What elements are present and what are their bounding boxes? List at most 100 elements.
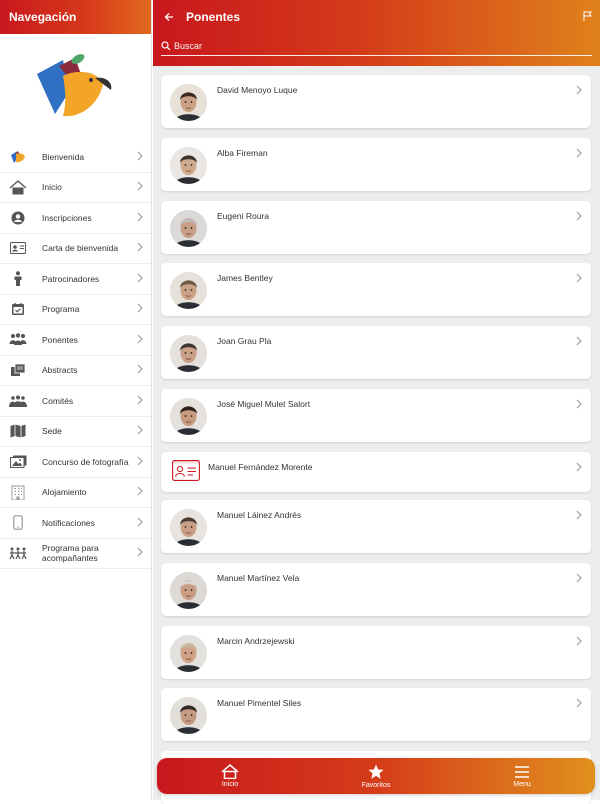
chevron-right-icon — [137, 148, 143, 166]
nav-item-label: Alojamiento — [42, 487, 87, 498]
star-icon — [368, 764, 384, 779]
person-icon — [9, 270, 27, 288]
avatar — [170, 335, 207, 372]
flag-button[interactable] — [580, 9, 594, 23]
nav-item-label: Notificaciones — [42, 517, 95, 528]
speaker-name: Manuel Pimentel Siles — [217, 698, 302, 708]
nav-item-label: Bienvenida — [42, 151, 85, 162]
list-item[interactable]: José Miguel Mulet Salort — [161, 389, 591, 442]
list-item[interactable]: Manuel Fernández Morente — [161, 452, 591, 492]
nav-item-label: Ponentes — [42, 334, 78, 345]
chevron-right-icon — [137, 453, 143, 471]
menu-icon — [515, 765, 529, 778]
avatar — [170, 572, 207, 609]
chevron-right-icon — [137, 239, 143, 257]
tab-menu[interactable]: Menu — [449, 758, 595, 794]
avatar — [170, 398, 207, 435]
speaker-name: Alba Fireman — [217, 148, 268, 158]
nav-item-1[interactable]: Bienvenida — [0, 142, 151, 173]
back-button[interactable] — [159, 8, 179, 26]
calendar-icon — [9, 300, 27, 318]
committee-icon — [9, 392, 27, 410]
home-icon — [9, 178, 27, 196]
nav-item-5[interactable]: Patrocinadores — [0, 264, 151, 295]
nav-item-8[interactable]: Abstracts — [0, 356, 151, 386]
tab-inicio[interactable]: Inicio — [157, 758, 303, 794]
speaker-name: Manuel Láinez Andrés — [217, 510, 302, 520]
page-title: Ponentes — [186, 10, 241, 24]
chevron-right-icon — [137, 331, 143, 349]
bottom-tab-bar: Inicio Favoritos Menu — [157, 758, 595, 794]
nav-item-label: Inicio — [42, 182, 62, 193]
list-item[interactable]: Joan Grau Pla — [161, 326, 591, 379]
speaker-name: James Bentley — [217, 273, 273, 283]
list-item[interactable]: Manuel Láinez Andrés — [161, 500, 591, 553]
bird-icon — [9, 148, 27, 166]
list-item[interactable]: Alba Fireman — [161, 138, 591, 191]
nav-item-6[interactable]: Programa — [0, 295, 151, 325]
avatar — [170, 147, 207, 184]
list-item[interactable]: Manuel Martínez Vela — [161, 563, 591, 616]
drawer-title: Navegación — [9, 10, 77, 24]
tab-label: Inicio — [221, 781, 239, 788]
nav-item-label: Programa — [42, 304, 80, 315]
list-item[interactable]: David Menoyo Luque — [161, 75, 591, 128]
nav-item-14[interactable]: Programa para acompañantes — [0, 539, 151, 569]
speaker-name: David Menoyo Luque — [217, 85, 298, 95]
navigation-drawer: Navegación Bienvenida Inicio Inscripciones… — [0, 0, 152, 800]
nav-item-7[interactable]: Ponentes — [0, 325, 151, 356]
companions-icon — [9, 544, 27, 562]
chevron-right-icon — [137, 300, 143, 318]
search-bar — [161, 36, 592, 56]
nav-item-label: Comités — [42, 395, 74, 406]
chevron-right-icon — [137, 544, 143, 562]
chevron-right-icon — [137, 270, 143, 288]
tab-label: Menu — [513, 780, 531, 788]
list-item[interactable]: Manuel Pimentel Siles — [161, 688, 591, 741]
avatar — [170, 697, 207, 734]
chevron-right-icon — [137, 178, 143, 196]
nav-item-label: Inscripciones — [42, 212, 92, 223]
chevron-right-icon — [137, 422, 143, 440]
drawer-header: Navegación — [0, 0, 151, 34]
nav-item-3[interactable]: Inscripciones — [0, 203, 151, 234]
id-card-icon — [9, 239, 27, 257]
flag-icon — [583, 11, 592, 21]
speaker-name: Eugeni Roura — [217, 211, 269, 221]
arrow-left-icon — [164, 13, 173, 21]
nav-item-label: Carta de bienvenida — [42, 243, 119, 254]
tab-favoritos[interactable]: Favoritos — [303, 758, 449, 794]
search-input[interactable] — [174, 40, 592, 51]
main-panel: Ponentes David Menoyo Luque Alba Fireman E… — [153, 0, 600, 804]
nav-item-12[interactable]: Alojamiento — [0, 478, 151, 508]
map-icon — [9, 422, 27, 440]
list-item[interactable]: Eugeni Roura — [161, 201, 591, 254]
app-logo — [0, 34, 151, 142]
avatar — [170, 210, 207, 247]
phone-icon — [9, 514, 27, 532]
speaker-name: Manuel Fernández Morente — [208, 462, 313, 472]
nav-item-2[interactable]: Inicio — [0, 173, 151, 203]
building-icon — [9, 483, 27, 501]
nav-item-label: Concurso de fotografía — [42, 456, 129, 467]
list-item[interactable]: Marcin Andrzejewski — [161, 626, 591, 679]
avatar — [170, 272, 207, 309]
user-circle-icon — [9, 209, 27, 227]
search-icon — [161, 40, 171, 50]
list-item[interactable]: James Bentley — [161, 263, 591, 316]
nav-item-9[interactable]: Comités — [0, 386, 151, 417]
tab-label: Favoritos — [361, 781, 391, 789]
speaker-name: Joan Grau Pla — [217, 336, 272, 346]
documents-icon — [9, 361, 27, 379]
nav-item-11[interactable]: Concurso de fotografía — [0, 447, 151, 478]
nav-item-13[interactable]: Notificaciones — [0, 508, 151, 539]
avatar — [170, 84, 207, 121]
group-icon — [9, 331, 27, 349]
nav-item-4[interactable]: Carta de bienvenida — [0, 234, 151, 264]
nav-list: Bienvenida Inicio Inscripciones Carta de bi… — [0, 142, 151, 569]
nav-item-10[interactable]: Sede — [0, 417, 151, 447]
avatar — [170, 509, 207, 546]
chevron-right-icon — [137, 361, 143, 379]
nav-item-label: Patrocinadores — [42, 273, 100, 284]
chevron-right-icon — [137, 209, 143, 227]
